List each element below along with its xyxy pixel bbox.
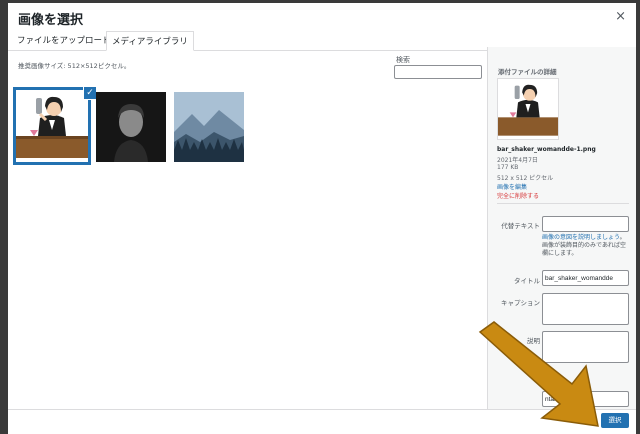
title-label: タイトル bbox=[514, 277, 540, 285]
pointer-arrow-icon bbox=[478, 321, 599, 427]
selected-check-icon[interactable]: ✓ bbox=[83, 86, 97, 100]
tab-media-library[interactable]: メディアライブラリ bbox=[106, 31, 194, 51]
attachment-filesize: 177 KB bbox=[497, 164, 519, 171]
alt-text-help: 画像の意図を説明しましょう。画像が装飾目的のみであれば空欄にします。 bbox=[542, 234, 630, 258]
alt-text-help-link[interactable]: 画像の意図を説明しましょう bbox=[542, 234, 620, 241]
delete-permanently-link[interactable]: 完全に削除する bbox=[497, 191, 539, 200]
attachment-details-heading: 添付ファイルの詳細 bbox=[498, 68, 557, 76]
alt-text-label: 代替テキスト bbox=[501, 222, 540, 230]
attachment-preview-image bbox=[498, 84, 558, 136]
attachment-dimensions: 512 x 512 ピクセル bbox=[497, 175, 554, 182]
media-item-mountains[interactable] bbox=[174, 92, 244, 162]
media-item-bar-shaker[interactable] bbox=[13, 87, 91, 165]
bar-shaker-image bbox=[16, 90, 88, 162]
media-item-portrait[interactable] bbox=[96, 92, 166, 162]
recommended-size-note: 推奨画像サイズ: 512×512ピクセル。 bbox=[18, 62, 131, 70]
search-input[interactable] bbox=[394, 65, 482, 79]
attachment-date: 2021年4月7日 bbox=[497, 157, 538, 164]
search-label: 検索 bbox=[396, 56, 410, 64]
title-field[interactable] bbox=[542, 270, 629, 286]
portrait-image bbox=[96, 92, 166, 162]
sidebar-divider bbox=[497, 203, 629, 204]
close-icon[interactable]: × bbox=[615, 9, 626, 24]
modal-title: 画像を選択 bbox=[18, 13, 84, 28]
caption-label: キャプション bbox=[501, 299, 540, 307]
tab-bar: ファイルをアップロード メディアライブラリ bbox=[8, 31, 488, 51]
edit-image-link[interactable]: 画像を編集 bbox=[497, 182, 527, 191]
tab-upload-files[interactable]: ファイルをアップロード bbox=[12, 31, 116, 51]
mountain-landscape-image bbox=[174, 92, 244, 162]
alt-text-field[interactable] bbox=[542, 216, 629, 232]
attachment-filename: bar_shaker_womandde-1.png bbox=[497, 146, 596, 153]
attachment-preview bbox=[497, 78, 559, 140]
